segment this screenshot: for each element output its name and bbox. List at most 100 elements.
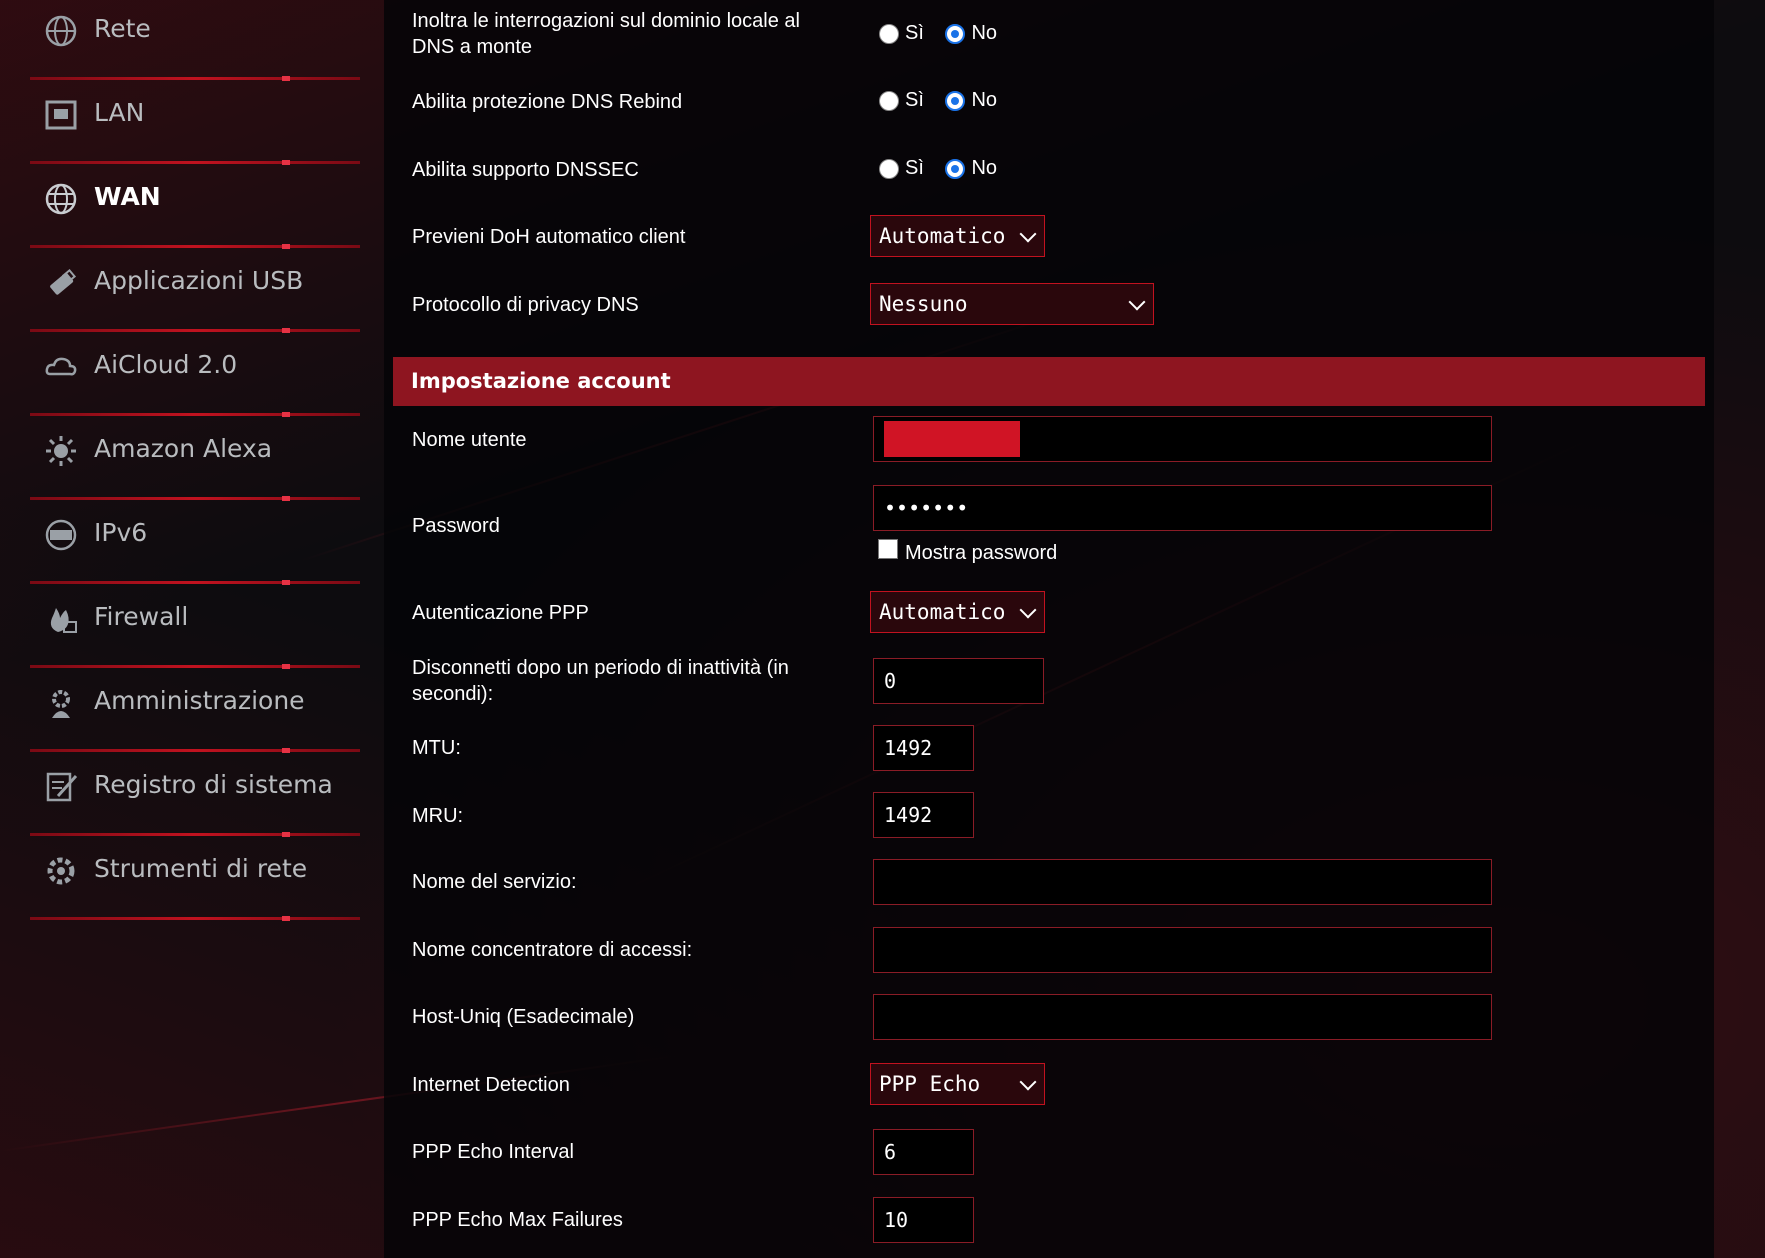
chevron-down-icon bbox=[1019, 225, 1037, 243]
sidebar-item-aicloud[interactable]: AiCloud 2.0 bbox=[30, 340, 360, 424]
divider bbox=[30, 664, 360, 669]
sidebar-item-label: Rete bbox=[94, 14, 151, 43]
echo-interval-input[interactable]: 6 bbox=[873, 1129, 974, 1175]
lan-icon bbox=[45, 100, 77, 130]
sidebar-item-lan[interactable]: LAN bbox=[30, 88, 360, 172]
dns-privacy-select[interactable]: Nessuno bbox=[870, 283, 1154, 325]
sidebar-item-usb[interactable]: Applicazioni USB bbox=[30, 256, 360, 340]
sidebar-item-label: LAN bbox=[94, 98, 145, 127]
radio-label: No bbox=[971, 157, 998, 180]
password-label: Password bbox=[412, 515, 500, 537]
idle-timeout-label: Disconnetti dopo un periodo di inattivit… bbox=[412, 657, 789, 705]
chevron-down-icon bbox=[1019, 1073, 1037, 1091]
dns-rebind-yes-radio[interactable] bbox=[879, 90, 899, 111]
radio-label: Sì bbox=[905, 89, 924, 112]
forward-local-yes-radio[interactable] bbox=[879, 23, 899, 44]
globe-icon bbox=[45, 183, 77, 215]
sidebar-item-label: IPv6 bbox=[94, 518, 148, 547]
dnssec-yes-radio[interactable] bbox=[879, 158, 899, 179]
internet-detection-select-value: PPP Echo bbox=[879, 1072, 981, 1096]
username-label: Nome utente bbox=[412, 429, 527, 451]
divider bbox=[30, 748, 360, 753]
mru-value: 1492 bbox=[884, 803, 933, 827]
doh-label: Previeni DoH automatico client bbox=[412, 226, 686, 248]
sidebar-item-label: AiCloud 2.0 bbox=[94, 350, 238, 379]
mtu-input[interactable]: 1492 bbox=[873, 725, 974, 771]
host-uniq-input[interactable] bbox=[873, 994, 1492, 1040]
dns-privacy-label: Protocollo di privacy DNS bbox=[412, 294, 639, 316]
username-input[interactable] bbox=[873, 416, 1492, 462]
usb-icon bbox=[50, 268, 77, 295]
cloud-icon bbox=[45, 357, 77, 376]
mru-label: MRU: bbox=[412, 805, 464, 827]
ppp-auth-select[interactable]: Automatico bbox=[870, 591, 1045, 633]
service-name-input[interactable] bbox=[873, 859, 1492, 905]
forward-local-no-radio[interactable] bbox=[945, 23, 966, 44]
radio-label: Sì bbox=[905, 22, 924, 45]
dns-rebind-no-radio[interactable] bbox=[945, 90, 966, 111]
internet-detection-select[interactable]: PPP Echo bbox=[870, 1063, 1045, 1105]
concentrator-label: Nome concentratore di accessi: bbox=[412, 939, 693, 961]
chevron-down-icon bbox=[1019, 601, 1037, 619]
sidebar-item-label: Amministrazione bbox=[94, 686, 305, 715]
sidebar-item-wan[interactable]: WAN bbox=[30, 172, 360, 256]
sidebar: Rete LAN WAN Applicazioni USB AiCloud 2.… bbox=[0, 0, 384, 1258]
radio-label: Sì bbox=[905, 157, 924, 180]
admin-icon bbox=[52, 690, 70, 718]
mtu-label: MTU: bbox=[412, 737, 461, 759]
section-header-title: Impostazione account bbox=[411, 369, 671, 393]
doh-select-value: Automatico bbox=[879, 224, 1006, 248]
echo-interval-value: 6 bbox=[884, 1140, 897, 1164]
host-uniq-label: Host-Uniq (Esadecimale) bbox=[412, 1006, 635, 1028]
dnssec-radio-group: Sì No bbox=[879, 157, 1013, 180]
tools-icon bbox=[47, 857, 75, 885]
dns-rebind-label: Abilita protezione DNS Rebind bbox=[412, 91, 683, 113]
sidebar-item-registro[interactable]: Registro di sistema bbox=[30, 760, 360, 844]
ipv6-icon bbox=[45, 519, 77, 551]
sidebar-item-alexa[interactable]: Amazon Alexa bbox=[30, 424, 360, 508]
concentrator-input[interactable] bbox=[873, 927, 1492, 973]
sidebar-item-label: Strumenti di rete bbox=[94, 854, 308, 883]
divider bbox=[30, 244, 360, 249]
echo-max-input[interactable]: 10 bbox=[873, 1197, 974, 1243]
doh-select[interactable]: Automatico bbox=[870, 215, 1045, 257]
sidebar-item-label: Firewall bbox=[94, 602, 189, 631]
forward-local-label: Inoltra le interrogazioni sul dominio lo… bbox=[412, 10, 800, 58]
idle-timeout-value: 0 bbox=[884, 669, 897, 693]
ppp-auth-label: Autenticazione PPP bbox=[412, 602, 589, 624]
sidebar-item-label: Registro di sistema bbox=[94, 770, 333, 799]
main-panel: Inoltra le interrogazioni sul dominio lo… bbox=[384, 0, 1714, 1258]
divider bbox=[30, 580, 360, 585]
echo-max-value: 10 bbox=[884, 1208, 909, 1232]
section-header: Impostazione account bbox=[393, 357, 1705, 406]
radio-label: No bbox=[971, 89, 998, 112]
log-icon bbox=[46, 772, 78, 802]
sidebar-item-ipv6[interactable]: IPv6 bbox=[30, 508, 360, 592]
password-input[interactable]: ••••••• bbox=[873, 485, 1492, 531]
sidebar-item-firewall[interactable]: Firewall bbox=[30, 592, 360, 676]
radio-label: No bbox=[971, 22, 998, 45]
dns-rebind-radio-group: Sì No bbox=[879, 89, 1013, 112]
fire-icon bbox=[50, 608, 77, 633]
idle-timeout-input[interactable]: 0 bbox=[873, 658, 1044, 704]
sidebar-item-label: Applicazioni USB bbox=[94, 266, 304, 295]
globe-icon bbox=[45, 15, 77, 47]
show-password-checkbox[interactable] bbox=[878, 539, 898, 559]
echo-max-label: PPP Echo Max Failures bbox=[412, 1209, 623, 1231]
divider bbox=[30, 160, 360, 165]
mtu-value: 1492 bbox=[884, 736, 933, 760]
divider bbox=[30, 76, 360, 81]
dnssec-no-radio[interactable] bbox=[945, 158, 966, 179]
ppp-auth-select-value: Automatico bbox=[879, 600, 1006, 624]
mru-input[interactable]: 1492 bbox=[873, 792, 974, 838]
sidebar-item-rete[interactable]: Rete bbox=[30, 4, 360, 88]
sidebar-item-label: WAN bbox=[94, 182, 161, 211]
sidebar-item-strumenti[interactable]: Strumenti di rete bbox=[30, 844, 360, 928]
password-value: ••••••• bbox=[884, 496, 969, 520]
sidebar-item-amministrazione[interactable]: Amministrazione bbox=[30, 676, 360, 760]
divider bbox=[30, 496, 360, 501]
redaction-mark bbox=[884, 421, 1020, 457]
sidebar-item-label: Amazon Alexa bbox=[94, 434, 273, 463]
dnssec-label: Abilita supporto DNSSEC bbox=[412, 159, 639, 181]
service-name-label: Nome del servizio: bbox=[412, 871, 577, 893]
